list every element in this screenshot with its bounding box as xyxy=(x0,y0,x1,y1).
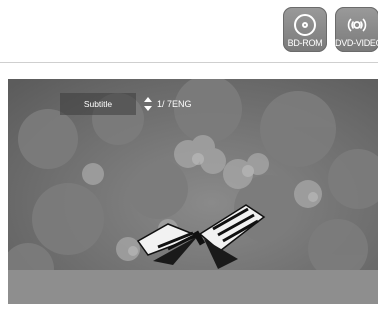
video-screen: Subtitle 1/ 7ENG xyxy=(8,79,378,304)
up-down-arrows-icon[interactable] xyxy=(144,97,152,111)
disc-type-badges: BD-ROM DVD-VIDEO xyxy=(283,7,378,52)
bd-disc-icon xyxy=(294,14,316,36)
dvd-disc-icon xyxy=(347,18,367,32)
section-divider xyxy=(0,62,378,63)
dvd-video-label: DVD-VIDEO xyxy=(335,38,378,48)
subtitle-label: Subtitle xyxy=(60,93,136,115)
letterbox-bar xyxy=(8,270,378,304)
bd-rom-label: BD-ROM xyxy=(287,38,323,48)
bd-rom-badge: BD-ROM xyxy=(283,7,327,52)
subtitle-value[interactable]: 1/ 7ENG xyxy=(157,99,192,109)
dvd-video-badge: DVD-VIDEO xyxy=(335,7,378,52)
subtitle-osd[interactable]: Subtitle 1/ 7ENG xyxy=(60,93,192,115)
